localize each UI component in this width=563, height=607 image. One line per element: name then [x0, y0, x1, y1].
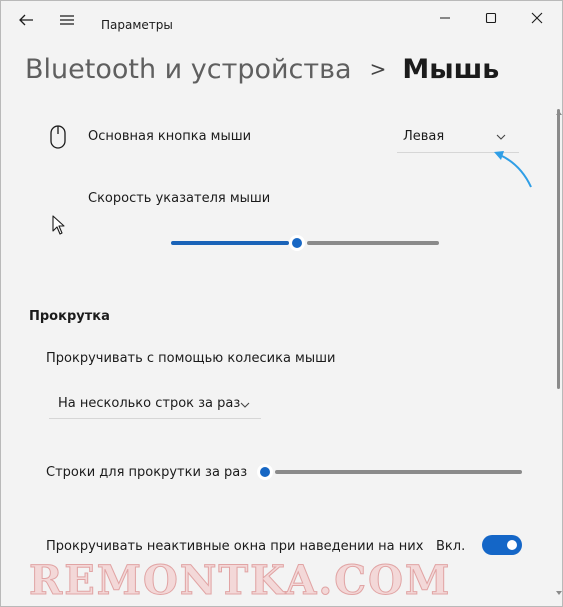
pointer-speed-label: Скорость указателя мыши	[88, 191, 271, 206]
scroll-lines-thumb[interactable]	[260, 467, 270, 477]
arrow-left-icon	[19, 14, 33, 26]
toggle-knob	[507, 540, 517, 550]
title-bar: Параметры	[1, 1, 562, 39]
scrolling-section-heading: Прокрутка	[29, 309, 110, 324]
breadcrumb-parent-link[interactable]: Bluetooth и устройства	[25, 54, 352, 85]
maximize-icon	[485, 12, 497, 24]
scroll-lines-label: Строки для прокрутки за раз	[46, 465, 248, 480]
window-title: Параметры	[101, 18, 173, 32]
inactive-scroll-label: Прокручивать неактивные окна при наведен…	[46, 539, 424, 554]
navigation-menu-button[interactable]	[57, 12, 77, 28]
watermark: REMONTKA.COM	[29, 557, 452, 604]
primary-button-label: Основная кнопка мыши	[88, 129, 252, 144]
hamburger-icon	[60, 15, 74, 25]
breadcrumb-separator: >	[369, 57, 387, 81]
inactive-scroll-state: Вкл.	[436, 539, 466, 554]
scroll-up-arrow[interactable]	[555, 101, 562, 115]
annotation-arrow-icon	[494, 151, 532, 188]
cursor-pointer-icon	[52, 215, 65, 235]
scroll-lines-track	[275, 470, 522, 474]
minimize-button[interactable]	[422, 1, 468, 35]
minimize-icon	[440, 17, 450, 19]
maximize-button[interactable]	[468, 1, 514, 35]
caret-down-icon	[556, 591, 562, 595]
breadcrumb: Bluetooth и устройства > Мышь	[25, 49, 499, 89]
pointer-speed-thumb[interactable]	[292, 238, 302, 248]
scroll-down-arrow[interactable]	[555, 581, 562, 595]
inactive-scroll-toggle[interactable]	[482, 535, 522, 555]
wheel-scroll-value: На несколько строк за раз	[58, 396, 241, 411]
back-button[interactable]	[15, 11, 37, 29]
wheel-scroll-dropdown[interactable]: На несколько строк за раз	[49, 389, 261, 419]
pointer-speed-track	[307, 241, 439, 245]
primary-button-value: Левая	[403, 129, 445, 144]
mouse-icon	[50, 125, 66, 149]
chevron-down-icon	[496, 134, 506, 140]
close-icon	[531, 12, 543, 24]
wheel-scroll-label: Прокручивать с помощью колесика мыши	[46, 351, 336, 366]
vertical-scrollbar-thumb[interactable]	[557, 109, 560, 389]
close-button[interactable]	[514, 1, 560, 35]
page-title: Мышь	[402, 53, 500, 85]
chevron-down-icon	[240, 402, 250, 408]
pointer-speed-fill	[171, 241, 289, 245]
settings-window: Параметры Bluetooth и устройства > Мышь	[0, 0, 563, 607]
